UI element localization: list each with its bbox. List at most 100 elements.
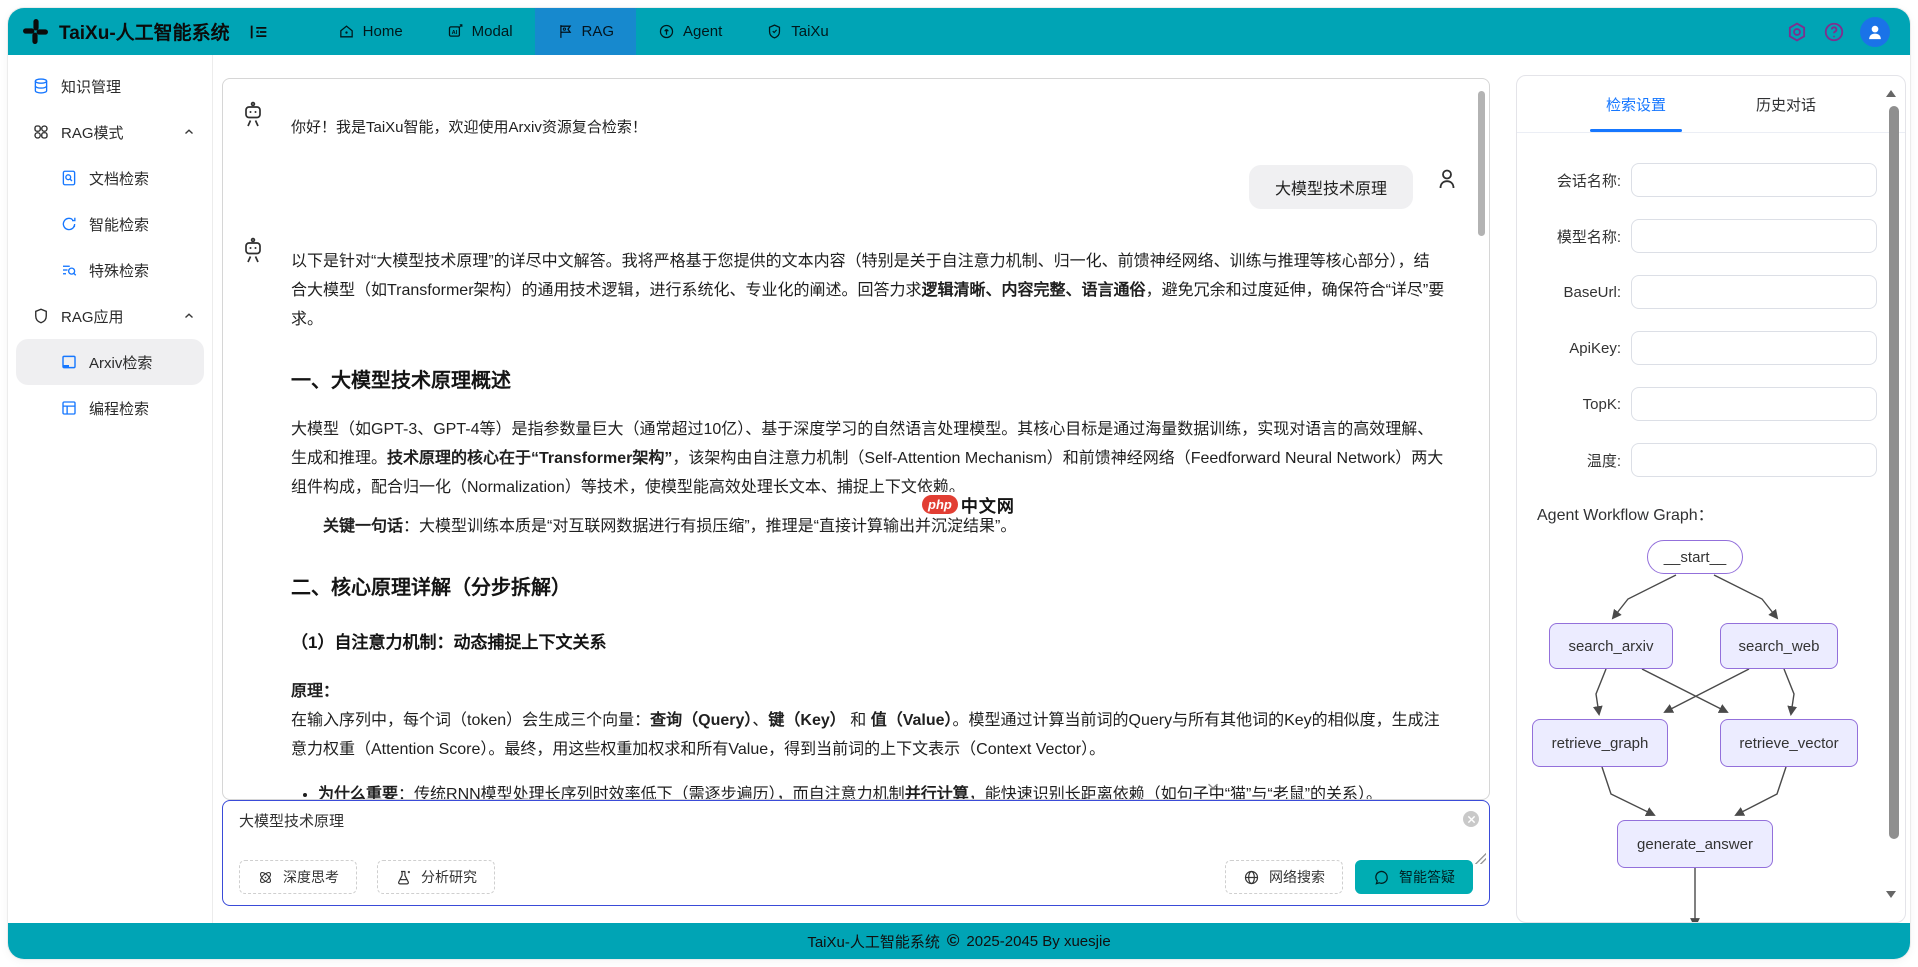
sidebar-label: 知识管理 (61, 76, 121, 97)
button-label: 智能答疑 (1399, 867, 1455, 887)
help-icon[interactable] (1823, 21, 1845, 43)
chat-panel: 你好！我是TaiXu智能，欢迎使用Arxiv资源复合检索！ 大模型技术原理 (222, 78, 1490, 800)
message-input[interactable]: 大模型技术原理 (239, 810, 1439, 858)
flask-icon (395, 869, 412, 886)
home-icon (338, 23, 355, 40)
session-name-input[interactable] (1631, 163, 1877, 197)
workflow-node-generate-answer: generate_answer (1617, 820, 1773, 868)
nav-label: Agent (683, 23, 722, 40)
sidebar-group-rag-app[interactable]: RAG应用 (8, 293, 212, 339)
model-name-input[interactable] (1631, 219, 1877, 253)
refresh-icon (60, 215, 78, 233)
sidebar-label: 特殊检索 (89, 260, 149, 281)
form-row-session-name: 会话名称: (1535, 163, 1877, 197)
answer-content: 以下是针对“大模型技术原理”的详尽中文解答。我将严格基于您提供的文本内容（特别是… (291, 235, 1445, 800)
php-watermark: php 中文网 (919, 492, 1018, 517)
atom-icon (257, 869, 274, 886)
sidebar-item-arxiv-search[interactable]: Arxiv检索 (16, 339, 204, 385)
settings-gear-icon[interactable] (1786, 21, 1808, 43)
shield-outline-icon (32, 307, 50, 325)
taixu-logo-icon (22, 18, 49, 45)
sidebar-label: 文档检索 (89, 168, 149, 189)
sidebar: 知识管理 RAG模式 文档检索 (8, 55, 213, 923)
button-label: 网络搜索 (1269, 867, 1325, 887)
panel-scrollbar-up-arrow[interactable] (1886, 90, 1896, 97)
sidebar-label: Arxiv检索 (89, 352, 152, 373)
sidebar-label: RAG模式 (61, 122, 124, 143)
php-logo-badge: php (922, 495, 958, 514)
principle-label: 原理： (291, 677, 1445, 706)
php-watermark-text: 中文网 (961, 492, 1015, 517)
nav-label: Home (363, 23, 403, 40)
footer-brand: TaiXu-人工智能系统 (807, 931, 940, 952)
model-name-label: 模型名称: (1535, 226, 1631, 247)
button-label: 分析研究 (421, 867, 477, 887)
bullet-why-important: 为什么重要：传统RNN模型处理长序列时效率低下（需逐步遍历），而自注意力机制并行… (318, 780, 1445, 800)
nav-item-agent[interactable]: Agent (636, 8, 744, 55)
tab-history[interactable]: 历史对话 (1711, 76, 1861, 132)
sidebar-item-doc-search[interactable]: 文档检索 (8, 155, 212, 201)
nav-item-home[interactable]: Home (316, 8, 425, 55)
clear-input-icon[interactable] (1463, 811, 1479, 827)
sidebar-label: 编程检索 (89, 398, 149, 419)
bot-answer-message: 以下是针对“大模型技术原理”的详尽中文解答。我将严格基于您提供的文本内容（特别是… (223, 235, 1489, 800)
sidebar-item-special-search[interactable]: 特殊检索 (8, 247, 212, 293)
chat-scrollbar-thumb[interactable] (1478, 91, 1485, 236)
workflow-node-search-web: search_web (1720, 623, 1838, 669)
web-search-button[interactable]: 网络搜索 (1225, 860, 1343, 894)
nav-item-modal[interactable]: AI Modal (425, 8, 535, 55)
composer-toolbar: 深度思考 分析研究 网络搜索 (239, 860, 1473, 894)
workflow-node-retrieve-graph: retrieve_graph (1532, 719, 1668, 767)
tab-retrieval-settings[interactable]: 检索设置 (1561, 76, 1711, 132)
top-navbar: TaiXu-人工智能系统 Home AI (8, 8, 1910, 55)
temperature-input[interactable] (1631, 443, 1877, 477)
form-row-temperature: 温度: (1535, 443, 1877, 477)
app-title: TaiXu-人工智能系统 (59, 18, 230, 45)
sidebar-item-code-search[interactable]: 编程检索 (8, 385, 212, 431)
smart-answer-button[interactable]: 智能答疑 (1355, 860, 1473, 894)
chevron-up-icon (182, 309, 196, 323)
workflow-node-retrieve-vector: retrieve_vector (1720, 719, 1858, 767)
temperature-label: 温度: (1535, 450, 1631, 471)
resize-handle[interactable] (1475, 853, 1486, 864)
copyright-icon: © (947, 931, 960, 951)
document-search-icon (60, 169, 78, 187)
settings-panel: 检索设置 历史对话 会话名称: 模型名称: BaseUrl: ApiKey: T… (1516, 75, 1906, 923)
panel-scrollbar-thumb[interactable] (1889, 106, 1899, 839)
form-row-topk: TopK: (1535, 387, 1877, 421)
analyze-research-button[interactable]: 分析研究 (377, 860, 495, 894)
sidebar-group-rag-mode[interactable]: RAG模式 (8, 109, 212, 155)
apikey-input[interactable] (1631, 331, 1877, 365)
scroll-down-icon[interactable] (1204, 777, 1222, 795)
user-avatar[interactable] (1860, 17, 1890, 47)
list-search-icon (60, 261, 78, 279)
nav-label: Modal (472, 23, 513, 40)
sidebar-item-knowledge[interactable]: 知识管理 (8, 63, 212, 109)
robot-icon (241, 101, 265, 129)
baseurl-input[interactable] (1631, 275, 1877, 309)
agent-circle-icon (658, 23, 675, 40)
topk-input[interactable] (1631, 387, 1877, 421)
sidebar-label: 智能检索 (89, 214, 149, 235)
nav-item-rag[interactable]: RAG (535, 8, 637, 55)
key-sentence: 关键一句话：大模型训练本质是“对互联网数据进行有损压缩”，推理是“直接计算输出并… (291, 512, 1445, 541)
ai-box-icon: AI (447, 23, 464, 40)
footer: TaiXu-人工智能系统 © 2025-2045 By xuesjie (8, 923, 1910, 959)
grid-icon (32, 123, 50, 141)
section-1-title: 一、大模型技术原理概述 (291, 364, 1445, 393)
globe-icon (1243, 869, 1260, 886)
chevron-up-icon (182, 125, 196, 139)
baseurl-label: BaseUrl: (1535, 284, 1631, 301)
robot-icon (241, 237, 265, 265)
workflow-node-start: __start__ (1647, 540, 1743, 574)
navbar-right (1786, 17, 1896, 47)
sidebar-item-smart-search[interactable]: 智能检索 (8, 201, 212, 247)
panel-scrollbar-down-arrow[interactable] (1886, 891, 1896, 898)
deep-think-button[interactable]: 深度思考 (239, 860, 357, 894)
shield-icon (766, 23, 783, 40)
nav-item-taixu[interactable]: TaiXu (744, 8, 851, 55)
collapse-sidebar-icon[interactable] (248, 21, 270, 43)
workflow-node-search-arxiv: search_arxiv (1549, 623, 1673, 669)
nav-label: TaiXu (791, 23, 829, 40)
user-message: 大模型技术原理 (1249, 165, 1413, 209)
